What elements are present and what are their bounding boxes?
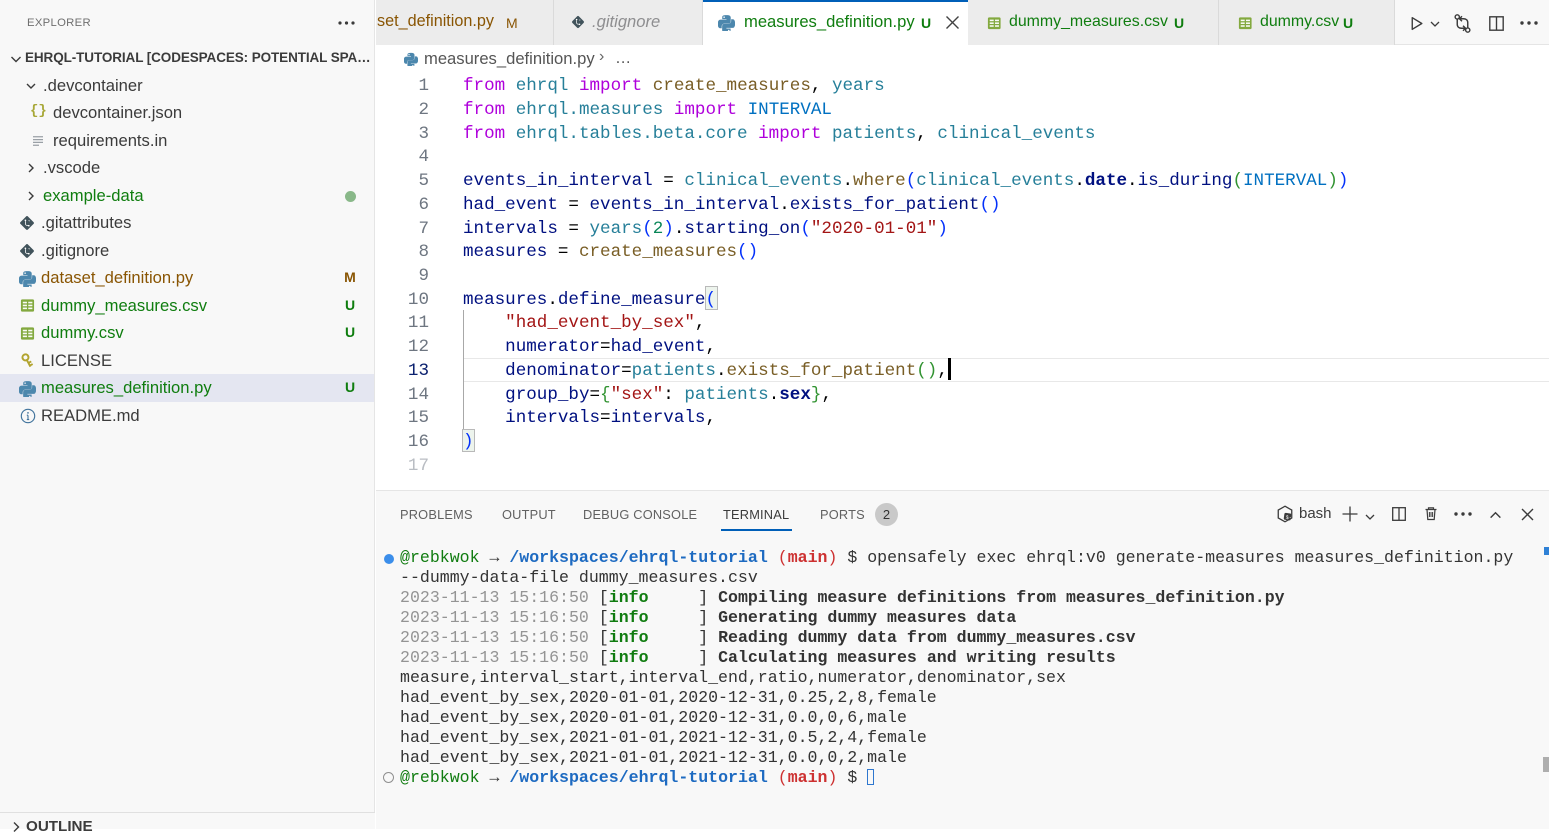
svg-text:$‑: $‑	[1286, 515, 1292, 521]
